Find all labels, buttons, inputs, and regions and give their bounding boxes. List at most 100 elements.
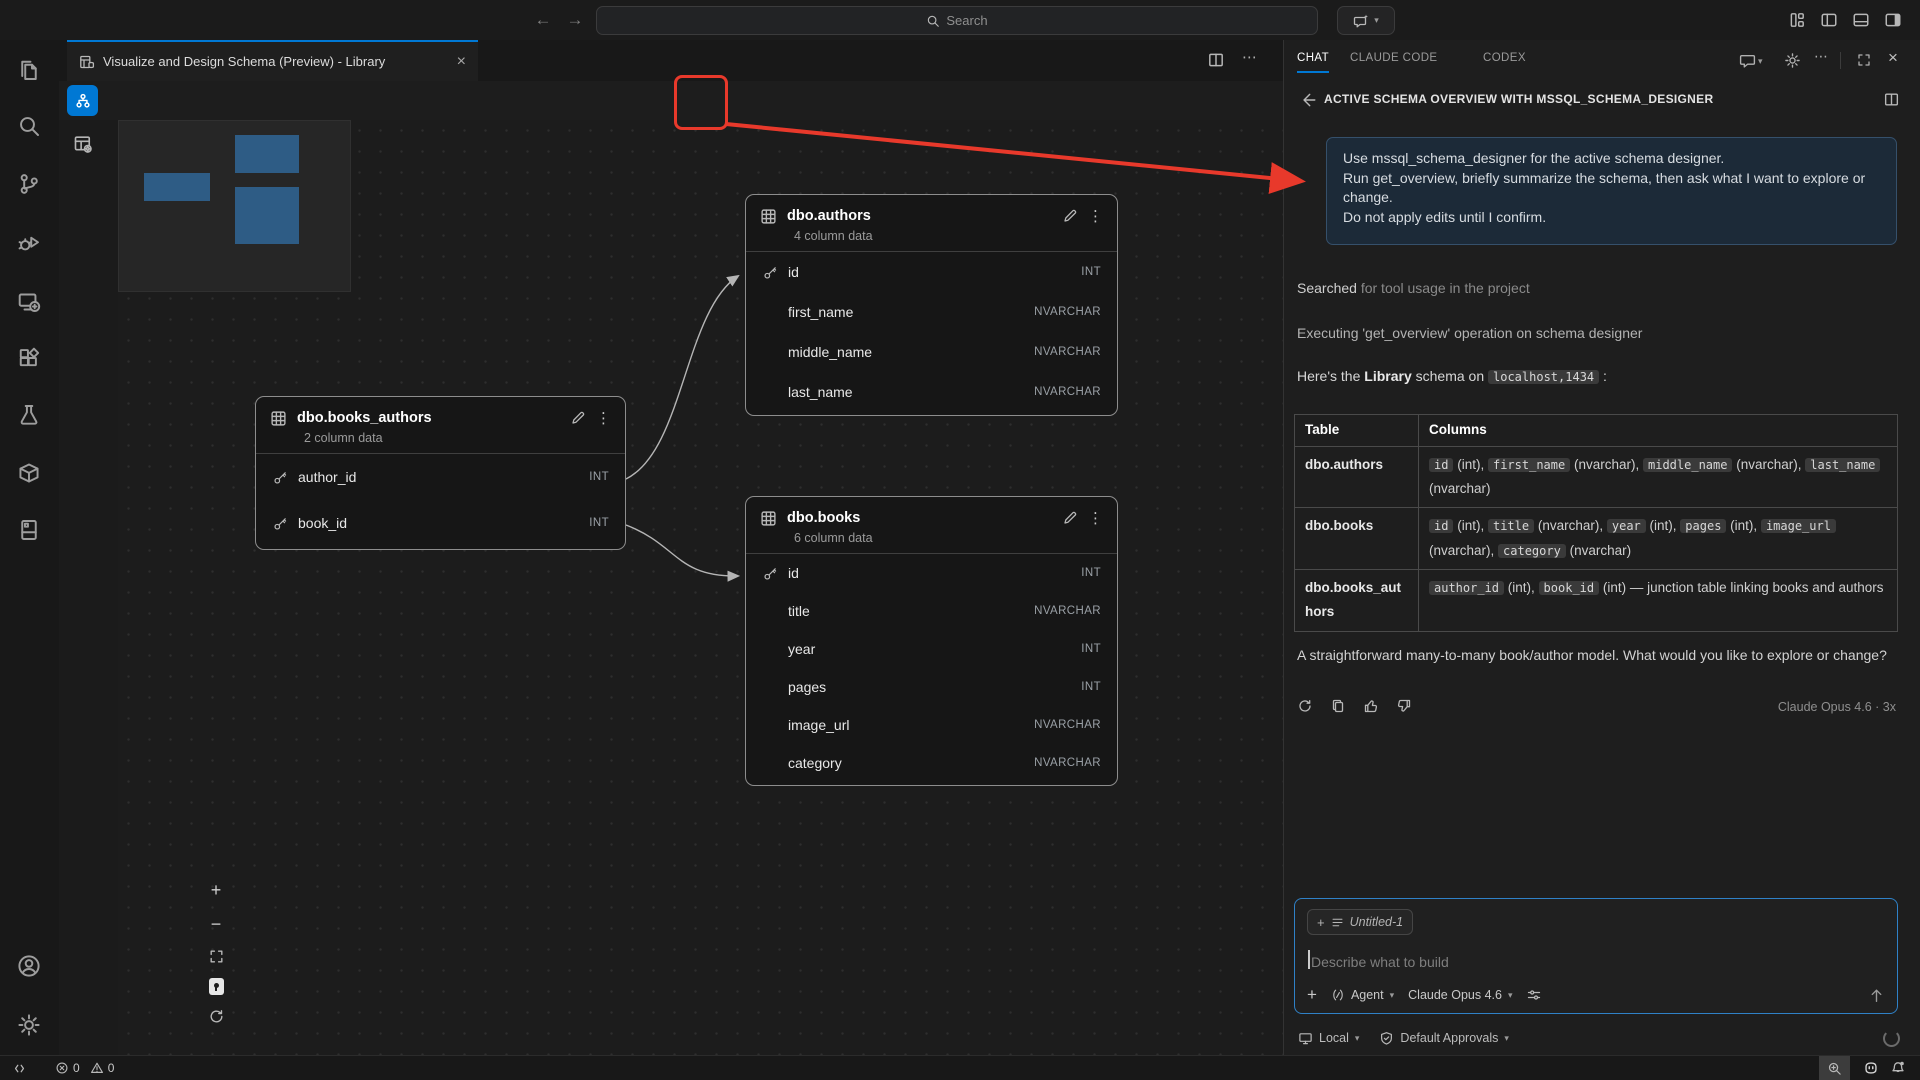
table-menu-icon[interactable]: ⋮ — [1088, 207, 1103, 225]
location-picker[interactable]: Local ▾ — [1298, 1031, 1359, 1046]
problems-indicator[interactable]: 0 0 — [55, 1061, 114, 1075]
send-icon[interactable] — [1868, 987, 1885, 1004]
edit-table-icon[interactable] — [570, 410, 586, 426]
fit-view-icon[interactable] — [208, 948, 225, 965]
search-input[interactable]: Search — [596, 6, 1318, 35]
toggle-sidebar-icon[interactable] — [1818, 9, 1840, 31]
column-row[interactable]: id INT — [746, 554, 1117, 592]
zoom-out-button[interactable]: − — [211, 914, 222, 935]
copy-icon[interactable] — [1330, 698, 1346, 714]
editor-tab-bar: Visualize and Design Schema (Preview) - … — [59, 40, 1283, 81]
schema-view-button[interactable] — [67, 85, 98, 116]
chat-input-box[interactable]: + Untitled-1 + Agent ▾ Claude Opus 4.6 ▾ — [1294, 898, 1898, 1014]
chevron-down-icon[interactable]: ▾ — [1758, 56, 1763, 67]
editor-more-actions-icon[interactable]: ⋯ — [1242, 48, 1257, 66]
zoom-status-button[interactable] — [1819, 1056, 1850, 1080]
edit-table-icon[interactable] — [1062, 208, 1078, 224]
table-row: dbo.books_authors author_id (int), book_… — [1295, 570, 1897, 632]
approvals-picker[interactable]: Default Approvals ▾ — [1379, 1031, 1509, 1046]
column-type: NVARCHAR — [1034, 757, 1101, 769]
chat-settings-gear-icon[interactable] — [1782, 50, 1802, 70]
column-row[interactable]: year INT — [746, 630, 1117, 668]
regenerate-icon[interactable] — [1297, 698, 1313, 714]
thumbs-up-icon[interactable] — [1363, 698, 1379, 714]
schema-designer-tab-icon — [79, 54, 95, 70]
column-row[interactable]: pages INT — [746, 668, 1117, 706]
column-row[interactable]: image_url NVARCHAR — [746, 706, 1117, 744]
sql-connections-icon[interactable] — [17, 290, 41, 314]
remote-indicator-icon[interactable] — [12, 1061, 27, 1076]
navigate-forward-button[interactable]: → — [563, 8, 587, 32]
containers-icon[interactable] — [17, 461, 41, 485]
copilot-status-icon[interactable] — [1862, 1059, 1880, 1077]
attach-context-icon[interactable]: + — [1307, 985, 1317, 1005]
navigate-back-button[interactable]: ← — [531, 8, 555, 32]
progress-spinner — [1883, 1030, 1900, 1047]
table-menu-icon[interactable]: ⋮ — [596, 409, 611, 427]
testing-icon[interactable] — [17, 403, 41, 427]
mode-picker[interactable]: Agent ▾ — [1331, 988, 1394, 1002]
column-row[interactable]: book_id INT — [256, 500, 625, 546]
column-row[interactable]: category NVARCHAR — [746, 744, 1117, 782]
chat-toggle-button[interactable]: ▾ — [1337, 6, 1395, 35]
back-icon[interactable] — [1298, 90, 1318, 110]
source-control-icon[interactable] — [17, 172, 41, 196]
table-designer-button[interactable] — [71, 132, 95, 156]
schema-intro-line: Here's the Library schema on localhost,1… — [1297, 368, 1607, 384]
table-node-books[interactable]: dbo.books ⋮ 6 column data id INT title N… — [745, 496, 1118, 786]
table-subtitle: 4 column data — [746, 227, 1117, 251]
settings-gear-icon[interactable] — [17, 1013, 41, 1037]
split-editor-icon[interactable] — [1206, 50, 1226, 70]
column-row[interactable]: id INT — [746, 252, 1117, 292]
tab-codex[interactable]: CODEX — [1483, 52, 1526, 64]
close-chat-icon[interactable]: × — [1888, 48, 1898, 68]
column-type: NVARCHAR — [1034, 719, 1101, 731]
chat-more-actions-icon[interactable]: ⋯ — [1814, 48, 1828, 65]
schema-summary-table: Table Columns dbo.authors id (int), firs… — [1294, 414, 1898, 632]
explorer-icon[interactable] — [17, 58, 41, 82]
notifications-bell-icon[interactable] — [1890, 1060, 1906, 1076]
table-menu-icon[interactable]: ⋮ — [1088, 509, 1103, 527]
thumbs-down-icon[interactable] — [1396, 698, 1412, 714]
table-node-books-authors[interactable]: dbo.books_authors ⋮ 2 column data author… — [255, 396, 626, 550]
mode-label: Agent — [1351, 988, 1384, 1002]
tools-sliders-icon[interactable] — [1526, 987, 1542, 1003]
model-picker[interactable]: Claude Opus 4.6 ▾ — [1408, 988, 1512, 1002]
column-type: INT — [1081, 266, 1101, 278]
column-name: middle_name — [788, 344, 1024, 360]
zoom-in-button[interactable]: + — [211, 880, 222, 901]
toggle-panel-icon[interactable] — [1850, 9, 1872, 31]
tab-claude-code[interactable]: CLAUDE CODE — [1350, 52, 1437, 64]
table-header-cell: Table — [1295, 415, 1418, 446]
customize-layout-icon[interactable] — [1786, 9, 1808, 31]
reset-view-icon[interactable] — [208, 1008, 225, 1025]
column-row[interactable]: title NVARCHAR — [746, 592, 1117, 630]
lock-canvas-icon[interactable] — [209, 978, 224, 995]
account-icon[interactable] — [17, 954, 41, 978]
open-in-editor-icon[interactable] — [1881, 89, 1901, 109]
extensions-icon[interactable] — [17, 346, 41, 370]
tab-chat[interactable]: CHAT — [1297, 52, 1329, 73]
column-row[interactable]: author_id INT — [256, 454, 625, 500]
toggle-secondary-sidebar-icon[interactable] — [1882, 9, 1904, 31]
chevron-down-icon: ▾ — [1508, 990, 1513, 1001]
close-tab-icon[interactable]: × — [457, 53, 466, 71]
column-name: category — [788, 755, 1024, 771]
run-debug-icon[interactable] — [17, 231, 41, 255]
minimap-node — [235, 187, 299, 244]
maximize-chat-icon[interactable] — [1854, 50, 1874, 70]
column-row[interactable]: middle_name NVARCHAR — [746, 332, 1117, 372]
chat-mode-icon[interactable] — [1737, 50, 1757, 70]
column-type: INT — [1081, 567, 1101, 579]
search-view-icon[interactable] — [17, 114, 41, 138]
schema-canvas[interactable]: dbo.books_authors ⋮ 2 column data author… — [118, 120, 1283, 1055]
prompt-input[interactable] — [1309, 949, 1873, 975]
table-node-authors[interactable]: dbo.authors ⋮ 4 column data id INT first… — [745, 194, 1118, 416]
session-chip[interactable]: + Untitled-1 — [1307, 909, 1413, 935]
notebooks-icon[interactable] — [17, 518, 41, 542]
primary-key-icon — [272, 515, 288, 531]
column-row[interactable]: first_name NVARCHAR — [746, 292, 1117, 332]
tab-schema-designer[interactable]: Visualize and Design Schema (Preview) - … — [67, 40, 478, 81]
column-row[interactable]: last_name NVARCHAR — [746, 372, 1117, 412]
edit-table-icon[interactable] — [1062, 510, 1078, 526]
